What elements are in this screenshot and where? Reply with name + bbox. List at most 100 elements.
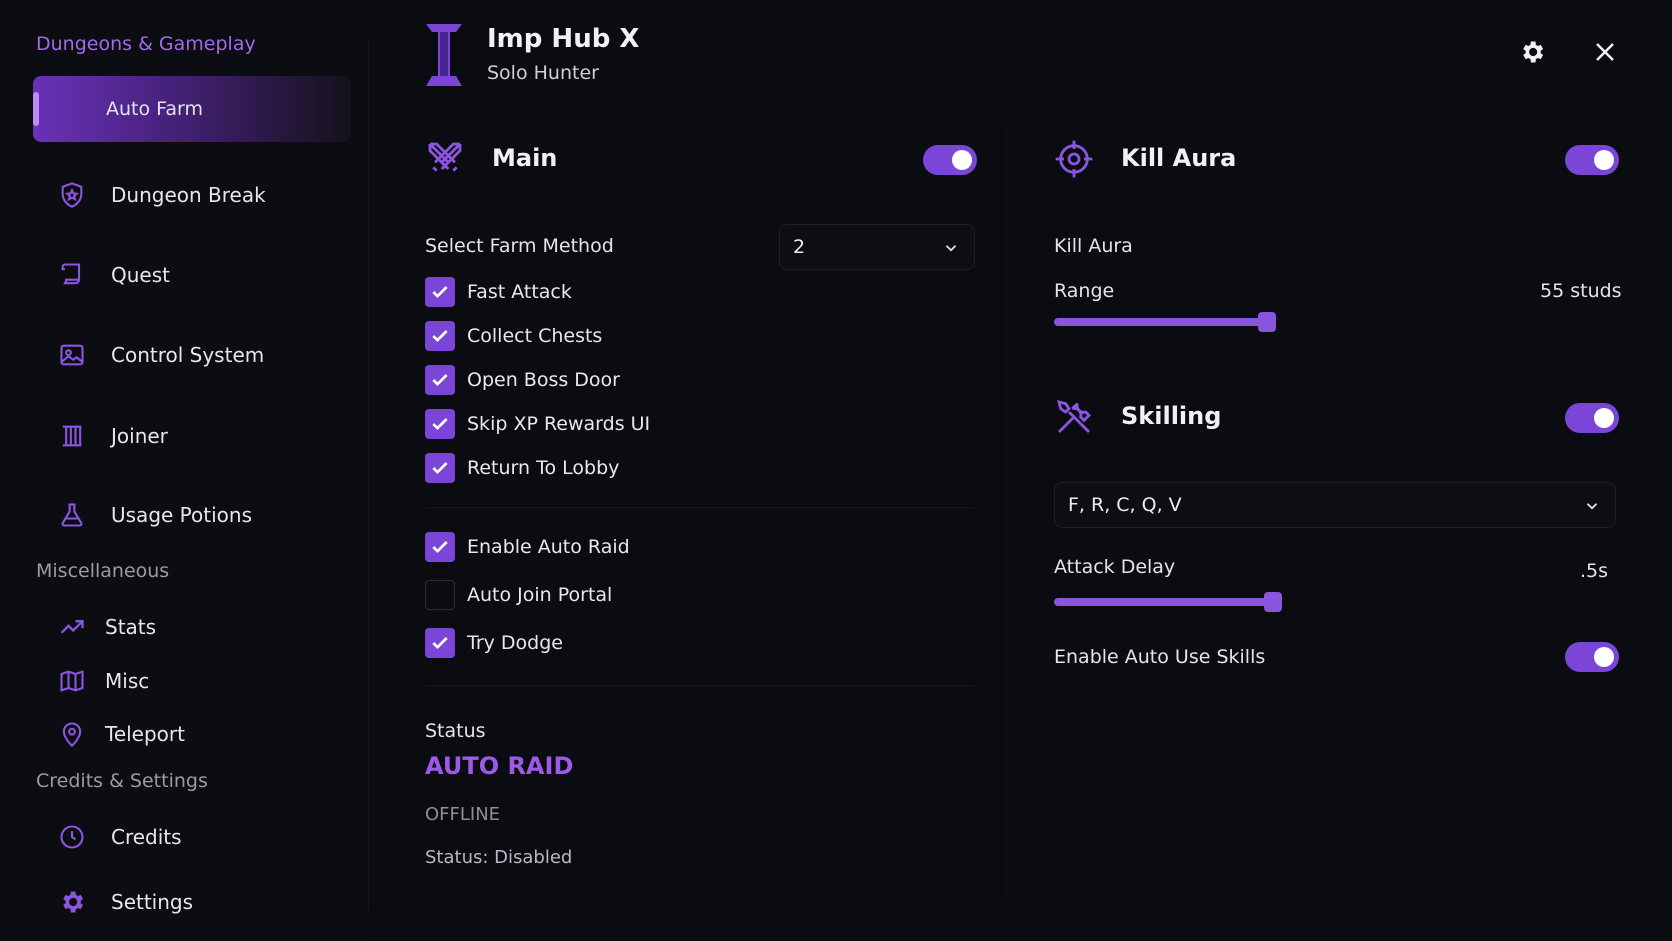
status-detail: Status: Disabled xyxy=(425,847,573,868)
map-icon xyxy=(57,666,87,696)
location-pin-icon xyxy=(57,719,87,749)
sidebar-item-usage-potions[interactable]: Usage Potions xyxy=(33,482,351,548)
close-button[interactable] xyxy=(1589,36,1621,68)
sidebar-item-auto-farm[interactable]: Auto Farm xyxy=(33,76,351,142)
sidebar-item-label: Auto Farm xyxy=(106,98,203,120)
shield-icon xyxy=(57,180,87,210)
sidebar-item-teleport[interactable]: Teleport xyxy=(33,701,351,767)
sidebar-item-joiner[interactable]: Joiner xyxy=(33,403,351,469)
collect-chests-checkbox[interactable]: Collect Chests xyxy=(425,320,602,352)
status-mode: AUTO RAID xyxy=(425,752,574,780)
settings-button[interactable] xyxy=(1516,36,1548,68)
section-title-credits: Credits & Settings xyxy=(36,770,208,792)
sidebar-item-settings[interactable]: Settings xyxy=(33,869,351,935)
clock-icon xyxy=(57,822,87,852)
sidebar-item-label: Settings xyxy=(111,890,194,914)
attack-delay-slider-fill[interactable] xyxy=(1054,598,1268,606)
checkbox-label: Open Boss Door xyxy=(467,369,620,391)
try-dodge-checkbox[interactable]: Try Dodge xyxy=(425,627,563,659)
kill-aura-panel-title: Kill Aura xyxy=(1121,144,1237,172)
sidebar-item-label: Control System xyxy=(111,343,265,367)
auto-skills-toggle[interactable] xyxy=(1565,642,1619,672)
checkmark-icon xyxy=(432,462,448,475)
toggle-knob xyxy=(1594,150,1614,170)
range-slider-fill[interactable] xyxy=(1054,318,1262,326)
checkbox-label: Enable Auto Raid xyxy=(467,536,630,558)
checkbox-box xyxy=(425,277,455,307)
status-state: OFFLINE xyxy=(425,804,501,825)
imp-hub-logo xyxy=(426,24,462,86)
active-indicator xyxy=(33,92,39,126)
checkbox-box xyxy=(425,409,455,439)
attack-delay-label: Attack Delay xyxy=(1054,556,1176,578)
sidebar-divider xyxy=(368,40,369,910)
sidebar-item-label: Stats xyxy=(105,615,157,639)
pillars-icon xyxy=(57,421,87,451)
sidebar: Dungeons & Gameplay Auto Farm Dungeon Br… xyxy=(0,0,370,941)
chevron-down-icon xyxy=(1586,503,1598,510)
checkmark-icon xyxy=(432,541,448,554)
checkbox-label: Skip XP Rewards UI xyxy=(467,413,651,435)
checkbox-label: Return To Lobby xyxy=(467,457,620,479)
skills-select[interactable]: F, R, C, Q, V xyxy=(1054,482,1616,528)
sidebar-item-label: Credits xyxy=(111,825,182,849)
app-title: Imp Hub X xyxy=(487,24,640,54)
enable-auto-raid-checkbox[interactable]: Enable Auto Raid xyxy=(425,531,630,563)
open-boss-door-checkbox[interactable]: Open Boss Door xyxy=(425,364,620,396)
section-title-misc: Miscellaneous xyxy=(36,560,170,582)
gear-icon xyxy=(57,887,87,917)
app-window: Dungeons & Gameplay Auto Farm Dungeon Br… xyxy=(0,0,1672,941)
sidebar-item-control-system[interactable]: Control System xyxy=(33,322,351,388)
sidebar-item-label: Misc xyxy=(105,669,150,693)
skilling-toggle[interactable] xyxy=(1565,403,1619,433)
checkbox-box xyxy=(425,628,455,658)
checkmark-icon xyxy=(432,637,448,650)
separator xyxy=(425,685,975,686)
checkbox-box xyxy=(425,453,455,483)
skip-xp-rewards-checkbox[interactable]: Skip XP Rewards UI xyxy=(425,408,650,440)
main-panel-title: Main xyxy=(492,144,558,172)
main-toggle[interactable] xyxy=(923,145,977,175)
toggle-knob xyxy=(1594,408,1614,428)
sidebar-item-credits[interactable]: Credits xyxy=(33,804,351,870)
chevron-down-icon xyxy=(945,245,957,252)
skilling-panel-title: Skilling xyxy=(1121,402,1222,430)
auto-join-portal-checkbox[interactable]: Auto Join Portal xyxy=(425,579,612,611)
image-control-icon xyxy=(57,340,87,370)
return-to-lobby-checkbox[interactable]: Return To Lobby xyxy=(425,452,619,484)
checkbox-label: Auto Join Portal xyxy=(467,584,613,606)
kill-aura-label: Kill Aura xyxy=(1054,235,1133,257)
section-title-dungeons: Dungeons & Gameplay xyxy=(36,33,256,55)
range-label: Range xyxy=(1054,280,1115,302)
checkbox-box xyxy=(425,532,455,562)
checkmark-icon xyxy=(432,418,448,431)
checkmark-icon xyxy=(432,374,448,387)
farm-method-select[interactable]: 2 xyxy=(779,224,975,270)
app-subtitle: Solo Hunter xyxy=(487,62,599,84)
gear-icon xyxy=(1523,41,1544,63)
checkbox-box xyxy=(425,321,455,351)
target-icon xyxy=(1055,140,1093,178)
sidebar-item-label: Dungeon Break xyxy=(111,183,266,207)
toggle-knob xyxy=(952,150,972,170)
status-heading: Status xyxy=(425,720,486,742)
column-divider xyxy=(1006,130,1007,900)
skills-value: F, R, C, Q, V xyxy=(1068,494,1182,516)
kill-aura-toggle[interactable] xyxy=(1565,145,1619,175)
checkbox-box xyxy=(425,365,455,395)
sidebar-item-dungeon-break[interactable]: Dungeon Break xyxy=(33,162,351,228)
close-icon xyxy=(1596,43,1614,61)
farm-method-value: 2 xyxy=(793,236,806,258)
crossed-swords-icon xyxy=(428,142,462,172)
checkbox-label: Fast Attack xyxy=(467,281,572,303)
sidebar-item-quest[interactable]: Quest xyxy=(33,242,351,308)
flask-icon xyxy=(57,500,87,530)
checkbox-box xyxy=(425,580,455,610)
range-slider-thumb[interactable] xyxy=(1258,312,1276,332)
attack-delay-slider-thumb[interactable] xyxy=(1264,592,1282,612)
sidebar-item-label: Joiner xyxy=(111,424,168,448)
trend-up-icon xyxy=(57,612,87,642)
fast-attack-checkbox[interactable]: Fast Attack xyxy=(425,276,572,308)
checkmark-icon xyxy=(432,286,448,299)
range-value: 55 studs xyxy=(1540,280,1622,302)
